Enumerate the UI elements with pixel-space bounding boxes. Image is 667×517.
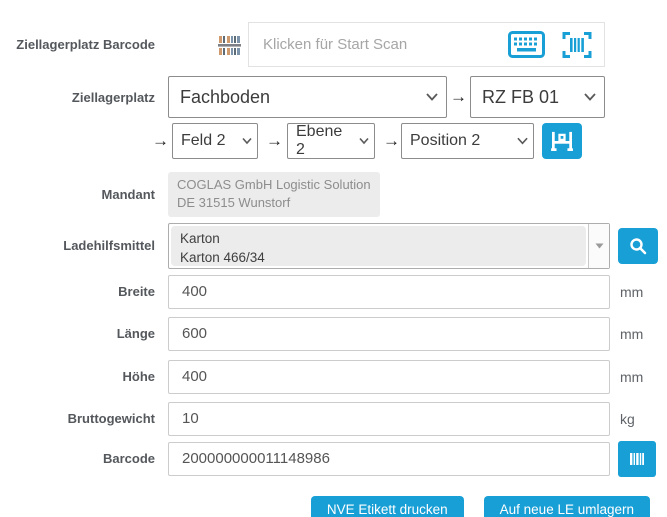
barcode-row: Barcode [0,442,667,476]
position-select[interactable]: Position 2 [401,123,534,159]
ladehilfsmittel-listbox[interactable]: Karton Karton 466/34 [168,223,610,269]
breite-unit: mm [620,284,643,300]
position-value: Position 2 [410,132,480,150]
mandant-row: Mandant COGLAS GmbH Logistic Solution DE… [0,172,667,217]
target-row-label: Ziellagerplatz [0,90,168,105]
chevron-down-icon [584,93,596,101]
ladehilfsmittel-label: Ladehilfsmittel [0,238,168,253]
barcode-icon [629,452,645,466]
mandant-line1: COGLAS GmbH Logistic Solution [177,176,371,194]
scan-row: Ziellagerplatz Barcode Klicken für Start… [0,22,667,67]
laenge-row: Länge mm [0,317,667,351]
scan-input-box[interactable]: Klicken für Start Scan [248,22,605,67]
laenge-input[interactable] [168,317,610,351]
storage-type-select[interactable]: Fachboden [168,76,447,118]
rack-view-button[interactable] [542,123,582,159]
bruttogewicht-unit: kg [620,411,635,427]
print-nve-label-button[interactable]: NVE Etikett drucken [311,496,464,517]
chevron-down-icon [242,138,252,145]
hoehe-input[interactable] [168,360,610,394]
laenge-unit: mm [620,326,643,342]
ladehilfsmittel-option[interactable]: Karton 466/34 [180,248,577,268]
listbox-scroll-button[interactable] [588,224,609,268]
storage-type-value: Fachboden [180,87,270,108]
barcode-scan-icon[interactable] [562,30,592,60]
barcode-small-icon [218,33,242,57]
ebene-value: Ebene 2 [296,123,354,159]
detail-row: → Feld 2 → Ebene 2 → Position 2 [0,123,667,159]
rack-icon [551,131,573,151]
relocate-button[interactable]: Auf neue LE umlagern [484,496,650,517]
zone-value: RZ FB 01 [482,87,559,108]
search-icon [629,237,647,255]
bruttogewicht-input[interactable] [168,402,610,436]
target-row: Ziellagerplatz Fachboden → RZ FB 01 [0,76,667,118]
arrow-right-icon: → [447,87,470,107]
ladehilfsmittel-options[interactable]: Karton Karton 466/34 [171,226,586,266]
scan-input-placeholder[interactable]: Klicken für Start Scan [249,36,508,53]
barcode-label: Barcode [0,451,168,466]
barcode-input[interactable] [168,442,610,476]
breite-row: Breite mm [0,275,667,309]
chevron-down-icon [359,138,369,145]
feld-select[interactable]: Feld 2 [172,123,258,159]
breite-input[interactable] [168,275,610,309]
mandant-label: Mandant [0,187,168,202]
scan-row-label: Ziellagerplatz Barcode [0,37,168,52]
mandant-value: COGLAS GmbH Logistic Solution DE 31515 W… [168,172,380,217]
laenge-label: Länge [0,326,168,341]
actions-row: NVE Etikett drucken Auf neue LE umlagern [0,496,667,517]
hoehe-row: Höhe mm [0,360,667,394]
arrow-right-icon: → [152,131,168,151]
hoehe-unit: mm [620,369,643,385]
hoehe-label: Höhe [0,369,168,384]
feld-value: Feld 2 [181,132,225,150]
arrow-right-icon: → [383,131,399,151]
keyboard-icon[interactable] [508,31,545,58]
arrow-right-icon: → [266,131,282,151]
ebene-select[interactable]: Ebene 2 [287,123,375,159]
mandant-line2: DE 31515 Wunstorf [177,194,371,212]
chevron-down-icon [517,137,528,145]
zone-select[interactable]: RZ FB 01 [470,76,605,118]
chevron-down-icon [426,93,438,101]
print-barcode-button[interactable] [618,441,656,477]
caret-down-icon [595,243,604,249]
bruttogewicht-label: Bruttogewicht [0,411,168,426]
search-ladehilfsmittel-button[interactable] [618,228,658,264]
ladehilfsmittel-row: Ladehilfsmittel Karton Karton 466/34 [0,223,667,269]
ladehilfsmittel-option-selected[interactable]: Karton [180,229,577,249]
umlagern-form: Ziellagerplatz Barcode Klicken für Start… [0,0,667,517]
bruttogewicht-row: Bruttogewicht kg [0,402,667,436]
breite-label: Breite [0,284,168,299]
